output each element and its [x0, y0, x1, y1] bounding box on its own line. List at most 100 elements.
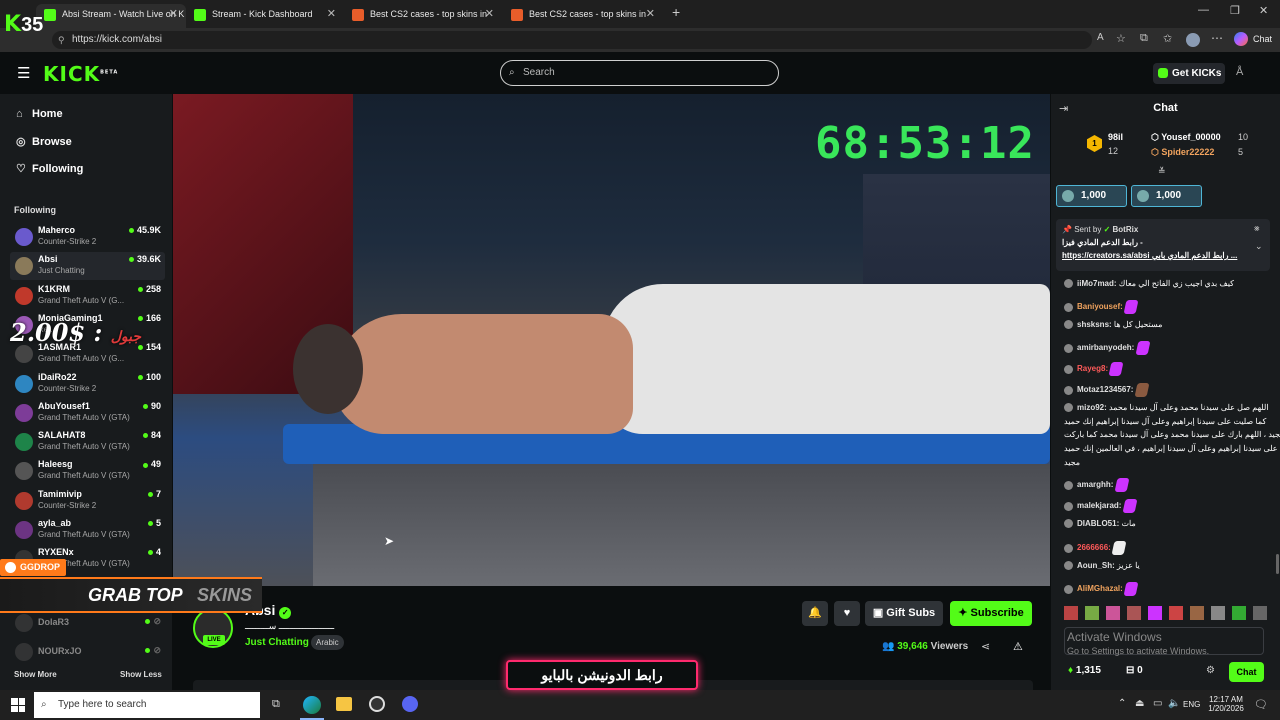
- chat-username[interactable]: malekjarad:: [1077, 501, 1121, 510]
- chat-message[interactable]: مجيد: [1064, 458, 1080, 467]
- chat-message[interactable]: amirbanyodeh:: [1064, 341, 1151, 355]
- emote-icon[interactable]: [1190, 606, 1204, 620]
- chat-username[interactable]: mizo92:: [1077, 403, 1107, 412]
- tab-cs2-cases-1[interactable]: Best CS2 cases - top skins in CSGO ✕: [344, 4, 502, 28]
- close-tab-icon[interactable]: ✕: [327, 4, 336, 24]
- emote-icon[interactable]: [1106, 606, 1120, 620]
- chat-input[interactable]: Activate Windows Go to Settings to activ…: [1064, 627, 1264, 656]
- close-tab-icon[interactable]: ✕: [169, 4, 178, 24]
- chat-message[interactable]: DIABLO51: مات: [1064, 519, 1136, 529]
- task-view-icon[interactable]: ⧉: [272, 698, 280, 711]
- chat-username[interactable]: shsksns:: [1077, 320, 1112, 329]
- following-channel[interactable]: Maherco Counter-Strike 2 45.9K: [10, 223, 165, 251]
- offline-channel[interactable]: NOURxJO ⊘: [10, 638, 165, 666]
- leaderboard-user-2[interactable]: ⬡ Yousef_00000: [1151, 132, 1221, 143]
- chat-message[interactable]: Aoun_Sh: يا عزيز: [1064, 561, 1140, 571]
- notifications-button[interactable]: 🔔: [802, 601, 828, 626]
- nav-following[interactable]: ♡ Following: [16, 162, 83, 175]
- favorites-icon[interactable]: ✩: [1163, 32, 1172, 45]
- tray-chevron-icon[interactable]: ⌃: [1118, 698, 1126, 709]
- close-tab-icon[interactable]: ✕: [646, 4, 655, 24]
- chat-scrollbar[interactable]: [1276, 554, 1279, 574]
- new-tab-icon[interactable]: +: [672, 4, 680, 20]
- tab-cs2-cases-2[interactable]: Best CS2 cases - top skins in CSGO ✕: [503, 4, 663, 28]
- leaderboard-user-1[interactable]: 98il: [1108, 132, 1123, 142]
- get-kicks-button[interactable]: Get KICKs: [1153, 63, 1225, 84]
- taskbar-search-input[interactable]: ⌕ Type here to search: [34, 692, 260, 718]
- discord-icon[interactable]: [402, 696, 418, 712]
- chat-message[interactable]: mizo92: اللهم صل على سيدنا محمد وعلى آل …: [1064, 403, 1269, 413]
- expand-leaderboard-icon[interactable]: ≚: [1158, 166, 1166, 177]
- chat-username[interactable]: Aoun_Sh:: [1077, 561, 1115, 570]
- extensions-icon[interactable]: ⧉: [1140, 32, 1148, 45]
- unpin-icon[interactable]: ⨳: [1254, 223, 1260, 234]
- clock[interactable]: 12:17 AM 1/20/2026: [1207, 695, 1245, 713]
- profile-avatar-icon[interactable]: [1186, 33, 1200, 47]
- chat-username[interactable]: Rayeg8:: [1077, 364, 1108, 373]
- follow-button[interactable]: ♥: [834, 601, 860, 626]
- following-channel[interactable]: SALAHAT8 Grand Theft Auto V (GTA) 84: [10, 428, 165, 456]
- notifications-icon[interactable]: 🗨: [1254, 698, 1268, 711]
- emote-icon[interactable]: [1085, 606, 1099, 620]
- following-channel[interactable]: Absi Just Chatting 39.6K: [10, 252, 165, 281]
- subscribe-button[interactable]: ✦ Subscribe: [950, 601, 1032, 626]
- search-input[interactable]: ⌕ Search: [500, 60, 779, 86]
- emote-icon[interactable]: [1064, 606, 1078, 620]
- chat-username[interactable]: 2666666:: [1077, 543, 1111, 552]
- following-channel[interactable]: iDaiRo22 Counter-Strike 2 100: [10, 370, 165, 398]
- edge-browser-icon[interactable]: [303, 696, 321, 714]
- following-channel[interactable]: K1KRM Grand Theft Auto V (G... 258: [10, 282, 165, 310]
- chat-username[interactable]: iiMo7mad:: [1077, 279, 1117, 288]
- following-channel[interactable]: Tamimivip Counter-Strike 2 7: [10, 487, 165, 515]
- kicks-gift-pill-1[interactable]: 1,000: [1056, 185, 1127, 207]
- language-indicator[interactable]: ENG: [1183, 700, 1200, 709]
- emote-icon[interactable]: [1127, 606, 1141, 620]
- share-icon[interactable]: ⋖: [981, 640, 990, 653]
- user-avatar-icon[interactable]: Å: [1236, 66, 1243, 78]
- chat-username[interactable]: amarghh:: [1077, 480, 1113, 489]
- file-explorer-icon[interactable]: [336, 697, 352, 711]
- chat-settings-gear-icon[interactable]: ⚙: [1206, 665, 1215, 676]
- pinned-link[interactable]: https://creators.sa/absi رابط الدعم الما…: [1062, 251, 1237, 260]
- tab-kick-dashboard[interactable]: Stream - Kick Dashboard ✕: [186, 4, 344, 28]
- nav-home[interactable]: ⌂ Home: [16, 108, 63, 120]
- nav-browse[interactable]: ◎ Browse: [16, 135, 72, 148]
- stream-category-link[interactable]: Just Chatting: [245, 637, 309, 648]
- leaderboard-user-3[interactable]: ⬡ Spider22222: [1151, 147, 1214, 158]
- emote-icon[interactable]: [1148, 606, 1162, 620]
- copilot-chat-label[interactable]: Chat: [1253, 34, 1272, 44]
- read-aloud-icon[interactable]: A: [1097, 32, 1104, 43]
- chat-message[interactable]: على سيدنا إبراهيم وعلى آل سيدنا إبراهيم …: [1064, 444, 1278, 453]
- volume-icon[interactable]: 🔈: [1168, 698, 1180, 709]
- chat-message[interactable]: كما صليت على سيدنا إبراهيم وعلى آل سيدنا…: [1064, 417, 1266, 426]
- chat-message[interactable]: مجيد ، اللهم بارك على سيدنا محمد وعلى آل…: [1064, 430, 1280, 439]
- chat-message[interactable]: amarghh:: [1064, 478, 1130, 492]
- send-chat-button[interactable]: Chat: [1229, 662, 1264, 682]
- usb-icon[interactable]: ⏏: [1135, 698, 1144, 709]
- offline-channel[interactable]: DolaR3 ⊘: [10, 609, 165, 637]
- more-menu-icon[interactable]: ⋯: [1211, 31, 1223, 45]
- expand-pinned-icon[interactable]: ⌄: [1255, 241, 1263, 252]
- emote-icon[interactable]: [1169, 606, 1183, 620]
- chat-username[interactable]: Motaz1234567:: [1077, 385, 1133, 394]
- chat-message[interactable]: shsksns: مستحيل كل ها: [1064, 320, 1162, 330]
- emote-icon[interactable]: [1232, 606, 1246, 620]
- chat-username[interactable]: Baniyousef:: [1077, 302, 1123, 311]
- kick-logo[interactable]: KICKBETA: [43, 62, 118, 86]
- chat-message[interactable]: Motaz1234567:: [1064, 383, 1150, 397]
- minimize-icon[interactable]: —: [1198, 4, 1209, 16]
- report-icon[interactable]: ⚠: [1013, 640, 1023, 653]
- network-icon[interactable]: ▭: [1153, 698, 1162, 709]
- chat-message[interactable]: AliMGhazal:: [1064, 582, 1139, 596]
- chat-username[interactable]: AliMGhazal:: [1077, 584, 1123, 593]
- favorite-star-icon[interactable]: ☆: [1116, 32, 1126, 45]
- copilot-icon[interactable]: [1234, 32, 1248, 46]
- chat-message[interactable]: Baniyousef:: [1064, 300, 1139, 314]
- channel-points[interactable]: ♦ 1,315: [1068, 665, 1101, 676]
- obs-icon[interactable]: [369, 696, 385, 712]
- language-tag[interactable]: Arabic: [311, 635, 344, 650]
- following-channel[interactable]: ayla_ab Grand Theft Auto V (GTA) 5: [10, 516, 165, 544]
- chat-message[interactable]: iiMo7mad: كيف بدي اجيب زي الفاتح الي معا…: [1064, 279, 1234, 289]
- gift-subs-button[interactable]: ▣ Gift Subs: [865, 601, 943, 626]
- emote-icon[interactable]: [1253, 606, 1267, 620]
